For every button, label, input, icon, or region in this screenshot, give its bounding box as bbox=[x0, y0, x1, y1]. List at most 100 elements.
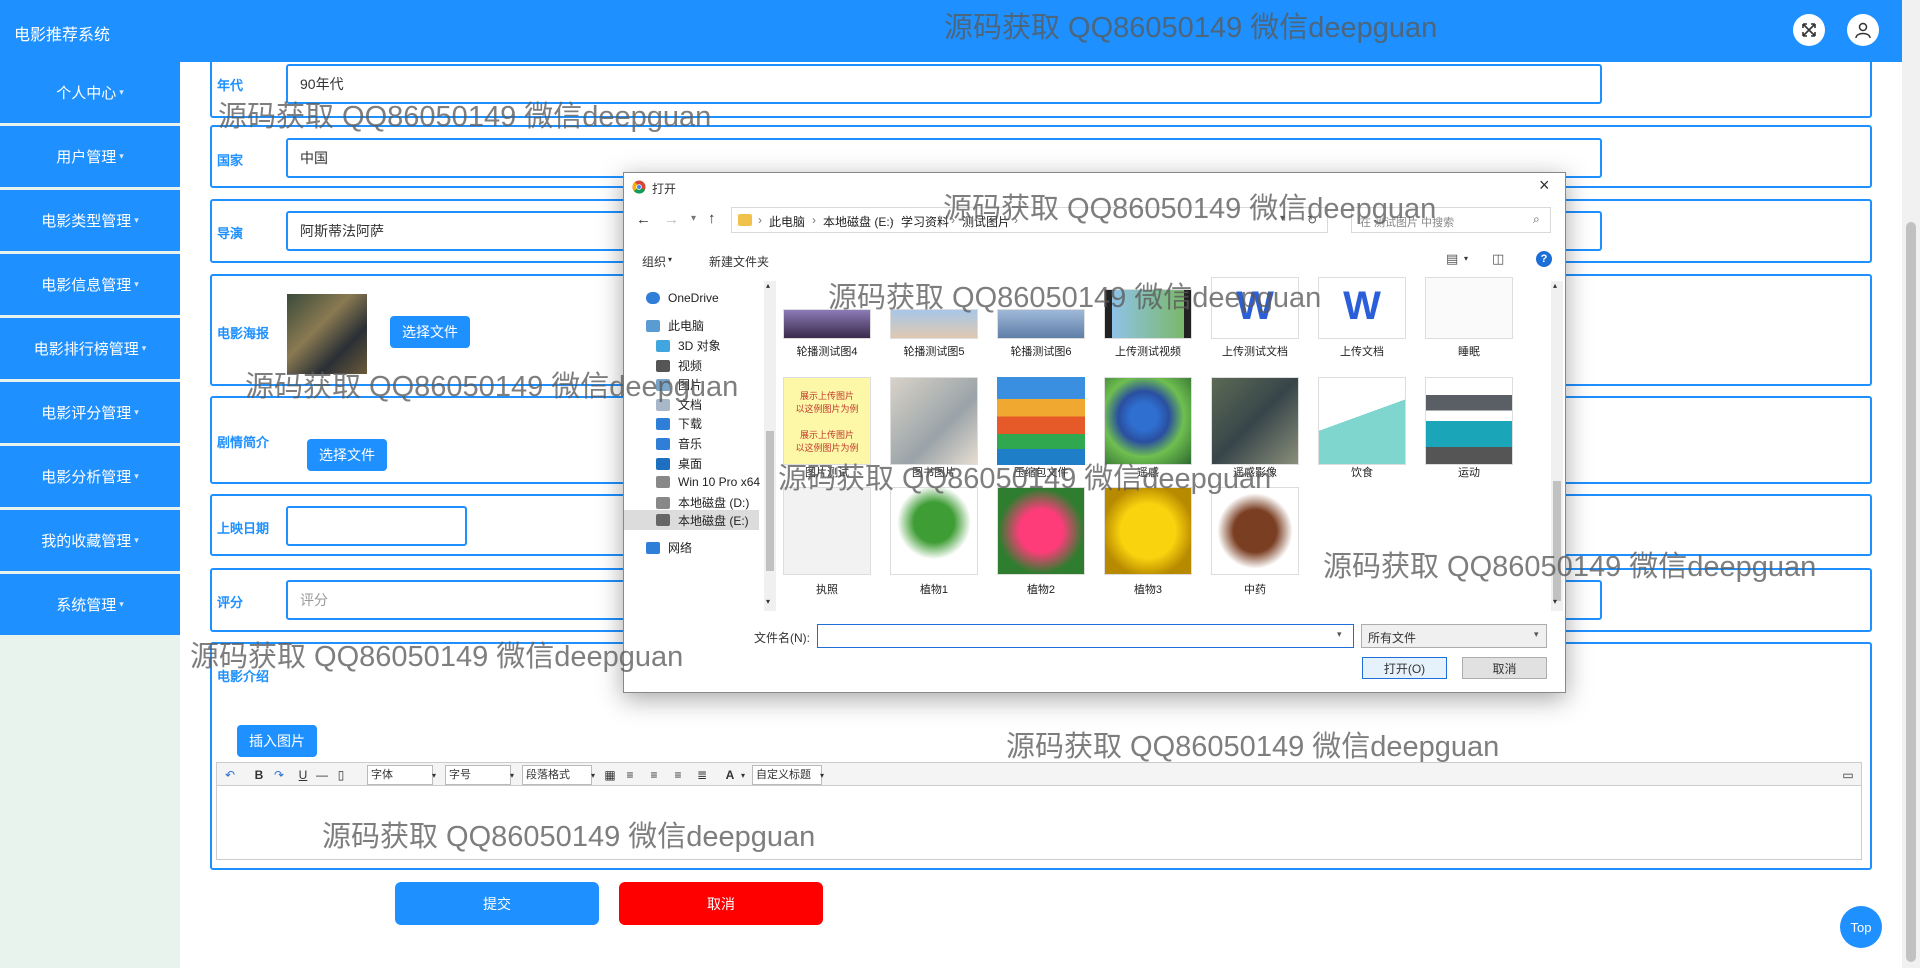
history-chevron-icon[interactable]: ▾ bbox=[691, 213, 696, 224]
font-color-icon[interactable]: A bbox=[723, 766, 737, 784]
file-item[interactable]: 遥感影像 bbox=[1207, 377, 1303, 479]
file-item[interactable]: 植物3 bbox=[1100, 487, 1196, 596]
nav-win10[interactable]: Win 10 Pro x64 bbox=[656, 475, 760, 489]
file-item[interactable]: 遥感 bbox=[1100, 377, 1196, 479]
breadcrumb-this-pc[interactable]: 此电脑 bbox=[769, 213, 805, 230]
file-item[interactable]: 展示上传图片 以这例图片为例 展示上传图片 以这例图片为例 图片测试 bbox=[779, 377, 875, 479]
organize-menu[interactable]: 组织 bbox=[642, 253, 666, 270]
close-icon[interactable]: × bbox=[1539, 175, 1550, 196]
nav-onedrive[interactable]: OneDrive bbox=[646, 291, 719, 305]
new-folder-button[interactable]: 新建文件夹 bbox=[709, 253, 769, 270]
custom-title-select[interactable]: 自定义标题 bbox=[752, 765, 822, 785]
file-item[interactable]: 上传测试视频 bbox=[1100, 277, 1196, 358]
breadcrumb-drive-e[interactable]: 本地磁盘 (E:) bbox=[823, 213, 894, 230]
file-item[interactable]: 图书图片 bbox=[886, 377, 982, 479]
sidebar-item-personal[interactable]: 个人中心 ▾ bbox=[0, 62, 180, 123]
address-bar[interactable]: › 此电脑 › 本地磁盘 (E:) › 学习资料 › 测试图片 › ▾ ↻ bbox=[731, 207, 1328, 233]
undo-icon[interactable]: ↶ bbox=[223, 766, 237, 784]
filename-input[interactable] bbox=[817, 624, 1354, 648]
nav-this-pc[interactable]: 此电脑 bbox=[646, 317, 704, 334]
horizontal-rule-icon[interactable]: — bbox=[315, 766, 329, 784]
user-button[interactable] bbox=[1847, 14, 1879, 46]
file-item[interactable]: 饮食 bbox=[1314, 377, 1410, 479]
sidebar-item-analysis[interactable]: 电影分析管理 ▾ bbox=[0, 446, 180, 507]
breadcrumb-study[interactable]: 学习资料 bbox=[901, 213, 949, 230]
scroll-down-icon[interactable]: ▾ bbox=[1553, 597, 1557, 606]
cancel-button[interactable]: 取消 bbox=[619, 882, 823, 925]
sidebar-item-movie-types[interactable]: 电影类型管理 ▾ bbox=[0, 190, 180, 251]
paragraph-select[interactable]: 段落格式 bbox=[522, 765, 592, 785]
breadcrumb-test-images[interactable]: 测试图片 bbox=[962, 213, 1010, 230]
scroll-up-icon[interactable]: ▴ bbox=[766, 281, 770, 290]
rich-text-editor[interactable] bbox=[216, 786, 1862, 860]
nav-drive-d[interactable]: 本地磁盘 (D:) bbox=[656, 494, 749, 511]
submit-button[interactable]: 提交 bbox=[395, 882, 599, 925]
scrollbar-thumb[interactable] bbox=[1906, 222, 1916, 962]
font-size-select[interactable]: 字号 bbox=[445, 765, 511, 785]
address-dropdown-icon[interactable]: ▾ bbox=[1280, 213, 1285, 224]
page-scrollbar[interactable] bbox=[1902, 0, 1920, 968]
synopsis-choose-file-button[interactable]: 选择文件 bbox=[307, 439, 387, 471]
sidebar-item-system[interactable]: 系统管理 ▾ bbox=[0, 574, 180, 635]
nav-documents[interactable]: 文档 bbox=[656, 396, 702, 413]
refresh-icon[interactable]: ↻ bbox=[1307, 213, 1317, 227]
nav-network[interactable]: 网络 bbox=[646, 539, 692, 556]
help-icon[interactable]: ? bbox=[1536, 251, 1552, 267]
up-arrow-icon[interactable]: ↑ bbox=[708, 210, 716, 227]
align-center-icon[interactable]: ≡ bbox=[671, 766, 685, 784]
dialog-cancel-button[interactable]: 取消 bbox=[1462, 657, 1547, 679]
preview-pane-icon[interactable]: ◫ bbox=[1492, 251, 1504, 267]
nav-scroll-thumb[interactable] bbox=[766, 431, 774, 571]
nav-videos[interactable]: 视频 bbox=[656, 357, 702, 374]
redo-icon[interactable]: ↷ bbox=[272, 766, 286, 784]
forward-arrow-icon[interactable]: → bbox=[664, 211, 679, 228]
sidebar-item-ranking[interactable]: 电影排行榜管理 ▾ bbox=[0, 318, 180, 379]
open-button[interactable]: 打开(O) bbox=[1362, 657, 1447, 679]
align-left-icon[interactable]: ≡ bbox=[623, 766, 637, 784]
file-item[interactable]: 轮播测试图5 bbox=[886, 277, 982, 358]
back-to-top-button[interactable]: Top bbox=[1840, 906, 1882, 948]
page-icon[interactable]: ▯ bbox=[335, 766, 347, 784]
insert-image-button[interactable]: 插入图片 bbox=[237, 725, 317, 757]
scroll-up-icon[interactable]: ▴ bbox=[1553, 281, 1557, 290]
align-right-icon[interactable]: ≡ bbox=[647, 766, 661, 784]
poster-choose-file-button[interactable]: 选择文件 bbox=[390, 316, 470, 348]
nav-scrollbar[interactable]: ▴ ▾ bbox=[764, 281, 776, 611]
bold-icon[interactable]: B bbox=[253, 766, 265, 784]
file-item[interactable]: 植物1 bbox=[886, 487, 982, 596]
sidebar-item-favorites[interactable]: 我的收藏管理 ▾ bbox=[0, 510, 180, 571]
file-item[interactable]: 执照 bbox=[779, 487, 875, 596]
nav-desktop[interactable]: 桌面 bbox=[656, 455, 702, 472]
file-item[interactable]: 轮播测试图4 bbox=[779, 277, 875, 358]
nav-3d-objects[interactable]: 3D 对象 bbox=[656, 337, 721, 354]
table-icon[interactable]: ▦ bbox=[603, 766, 617, 784]
era-input[interactable]: 90年代 bbox=[286, 64, 1602, 104]
release-date-input[interactable] bbox=[286, 506, 467, 546]
file-item[interactable]: 中药 bbox=[1207, 487, 1303, 596]
file-grid-scroll-thumb[interactable] bbox=[1553, 481, 1561, 601]
fullscreen-button[interactable] bbox=[1793, 14, 1825, 46]
nav-drive-e[interactable]: 本地磁盘 (E:) bbox=[624, 510, 759, 530]
file-item[interactable]: 轮播测试图6 bbox=[993, 277, 1089, 358]
nav-music[interactable]: 音乐 bbox=[656, 435, 702, 452]
view-options-icon[interactable]: ▤ bbox=[1446, 251, 1458, 267]
nav-pictures[interactable]: 图片 bbox=[656, 376, 702, 393]
back-arrow-icon[interactable]: ← bbox=[636, 211, 651, 228]
file-item[interactable]: W 上传测试文档 bbox=[1207, 277, 1303, 358]
file-item[interactable]: 睡眠 bbox=[1421, 277, 1517, 358]
nav-downloads[interactable]: 下载 bbox=[656, 415, 702, 432]
sidebar-item-ratings[interactable]: 电影评分管理 ▾ bbox=[0, 382, 180, 443]
file-item[interactable]: 植物2 bbox=[993, 487, 1089, 596]
scroll-down-icon[interactable]: ▾ bbox=[766, 597, 770, 606]
underline-icon[interactable]: U bbox=[297, 766, 309, 784]
file-item[interactable]: W 上传文档 bbox=[1314, 277, 1410, 358]
sidebar-item-users[interactable]: 用户管理 ▾ bbox=[0, 126, 180, 187]
sidebar-item-movie-info[interactable]: 电影信息管理 ▾ bbox=[0, 254, 180, 315]
fullscreen-editor-icon[interactable]: ▭ bbox=[1841, 766, 1855, 784]
filetype-select[interactable]: 所有文件 bbox=[1361, 624, 1547, 648]
file-grid-scrollbar[interactable]: ▴ ▾ bbox=[1551, 281, 1563, 611]
file-item[interactable]: 运动 bbox=[1421, 377, 1517, 479]
align-justify-icon[interactable]: ≣ bbox=[695, 766, 709, 784]
font-select[interactable]: 字体 bbox=[367, 765, 433, 785]
search-input[interactable]: 在 测试图片 中搜索 bbox=[1351, 207, 1551, 233]
